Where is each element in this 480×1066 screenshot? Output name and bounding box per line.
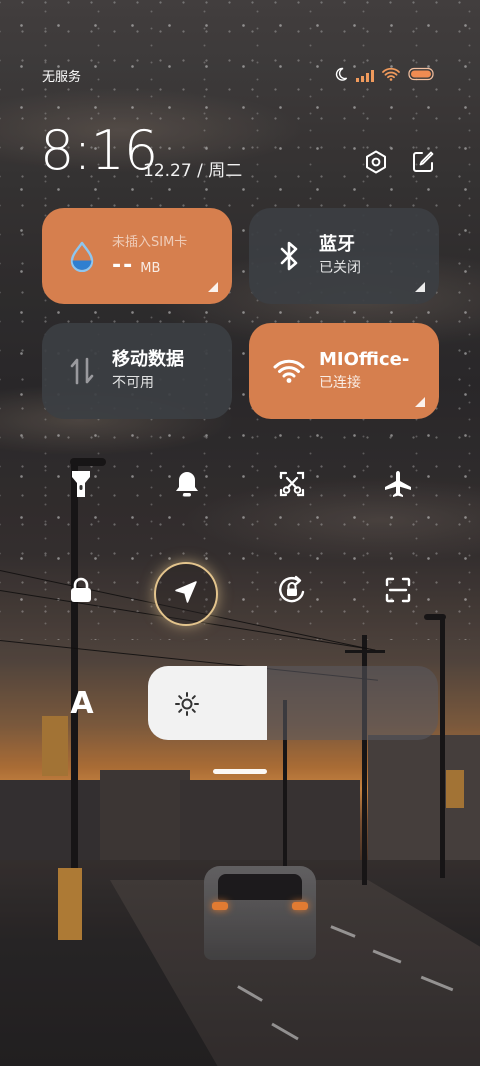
battery-icon [408, 66, 436, 85]
tile-mobile-data-label: 移动数据 [112, 349, 184, 370]
bluetooth-icon [273, 240, 305, 272]
tile-expand-indicator [415, 282, 425, 292]
tile-expand-indicator [415, 397, 425, 407]
sun-icon [174, 691, 200, 717]
data-arrows-icon [66, 355, 98, 387]
brightness-level-fill [148, 666, 267, 740]
toggle-airplane[interactable] [370, 458, 426, 514]
bell-icon [174, 470, 200, 502]
tile-wifi-status: 已连接 [319, 375, 361, 391]
wifi-icon [273, 355, 305, 387]
toggle-location[interactable] [154, 562, 218, 626]
signal-icon [356, 69, 374, 82]
clock-time: 8:16 [40, 119, 158, 182]
brightness-slider[interactable] [148, 666, 438, 740]
airplane-icon [383, 469, 413, 503]
toggle-lock-screen[interactable] [53, 564, 109, 620]
rotation-lock-icon [276, 574, 308, 610]
tile-data-usage-label: 未插入SIM卡 [112, 235, 188, 250]
toggle-rotation-lock[interactable] [264, 564, 320, 620]
status-bar: 无服务 [0, 62, 480, 90]
tile-data-usage-unit: MB [140, 261, 161, 276]
auto-brightness-label: A [70, 685, 94, 721]
wifi-status-icon [382, 66, 400, 85]
auto-brightness-button[interactable]: A [62, 683, 102, 723]
clock-date: 12.27 / 周二 [143, 161, 243, 181]
toggle-flashlight[interactable] [53, 458, 109, 514]
scan-icon [384, 576, 412, 608]
lock-icon [69, 576, 93, 608]
tile-data-usage[interactable]: 未插入SIM卡 -- MB [42, 208, 232, 304]
drag-handle[interactable] [213, 769, 267, 774]
tile-data-usage-amount: -- [112, 253, 135, 278]
carrier-label: 无服务 [42, 70, 82, 85]
scissors-icon [278, 470, 306, 502]
location-arrow-icon [173, 579, 199, 609]
flashlight-icon [70, 469, 92, 503]
tile-wifi-label: MIOffice- [319, 349, 410, 370]
tile-mobile-data[interactable]: 移动数据 不可用 [42, 323, 232, 419]
settings-button[interactable] [362, 150, 390, 178]
toggle-scanner[interactable] [370, 564, 426, 620]
status-icons [334, 66, 436, 85]
edit-button[interactable] [409, 150, 437, 178]
tile-bluetooth-label: 蓝牙 [319, 234, 355, 255]
toggle-screenshot[interactable] [264, 458, 320, 514]
tile-expand-indicator [208, 282, 218, 292]
hexagon-gear-icon [363, 149, 389, 179]
tile-bluetooth[interactable]: 蓝牙 已关闭 [249, 208, 439, 304]
water-drop-icon [66, 240, 98, 272]
tile-bluetooth-status: 已关闭 [319, 260, 361, 276]
edit-icon [411, 150, 435, 178]
tile-wifi[interactable]: MIOffice- 已连接 [249, 323, 439, 419]
tile-mobile-data-status: 不可用 [112, 375, 154, 391]
toggle-silent[interactable] [159, 458, 215, 514]
moon-icon [334, 66, 348, 85]
